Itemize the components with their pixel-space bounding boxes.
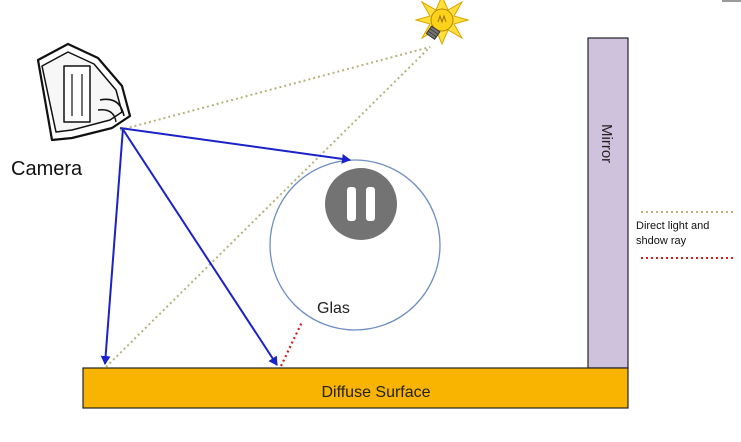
camera-ray-to-sphere xyxy=(119,127,351,164)
camera-label: Camera xyxy=(11,158,83,180)
legend-direct-light-line2: shdow ray xyxy=(636,235,687,247)
mirror: Mirror xyxy=(587,37,629,369)
glass-label: Glas xyxy=(317,300,350,317)
camera-icon xyxy=(36,42,132,142)
pause-button[interactable] xyxy=(325,168,397,240)
ray-tracing-diagram: Mirror Diffuse Surface Glas Camera Direc… xyxy=(11,0,741,409)
legend-direct-light-line1: Direct light and xyxy=(636,220,709,232)
mirror-label: Mirror xyxy=(598,124,615,163)
corner-mark xyxy=(722,0,741,2)
diffuse-surface: Diffuse Surface xyxy=(82,367,629,409)
light-bulb-icon xyxy=(414,0,470,46)
camera-ray-to-floor-right xyxy=(121,127,278,366)
shadow-ray xyxy=(280,321,303,367)
surface-label: Diffuse Surface xyxy=(321,384,430,401)
legend: Direct light and shdow ray xyxy=(636,211,734,259)
direct-light-ray-2 xyxy=(119,46,431,131)
camera-ray-to-floor-left xyxy=(100,127,124,365)
